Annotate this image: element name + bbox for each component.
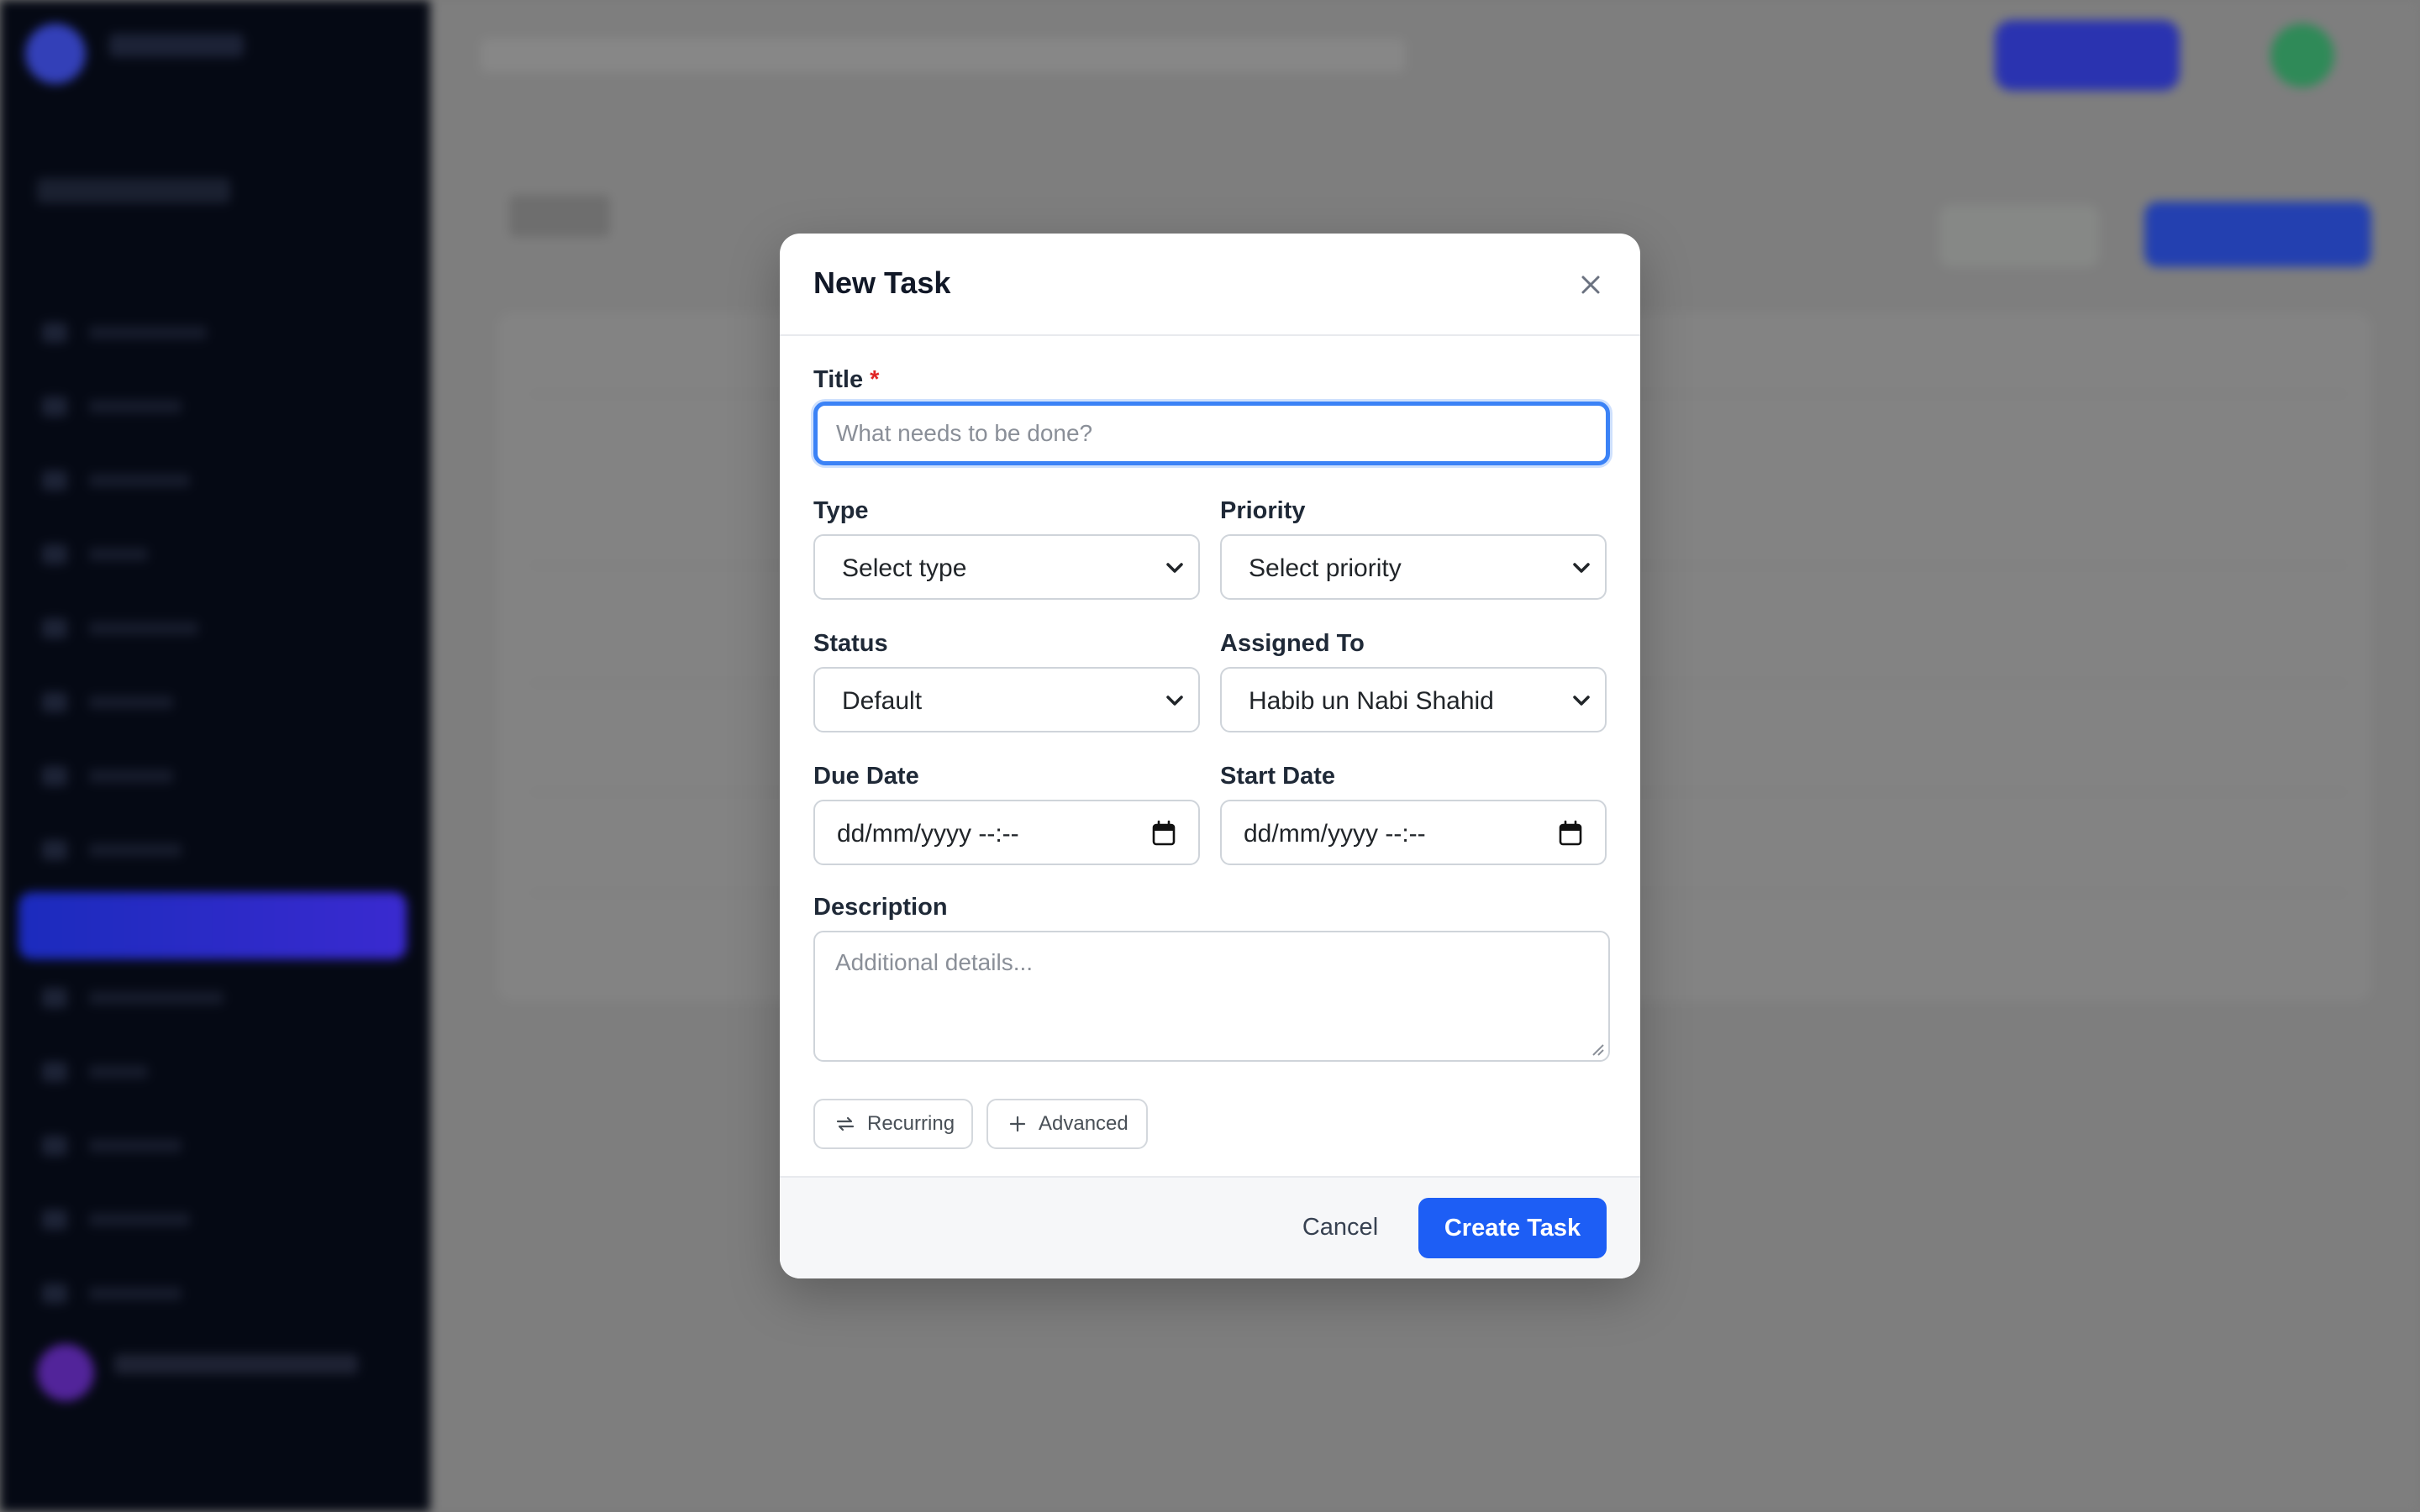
- assigned-to-select-value: Habib un Nabi Shahid: [1249, 687, 1494, 715]
- user-name-placeholder: [114, 1354, 358, 1374]
- sidebar-item: [34, 692, 202, 712]
- modal-header: New Task: [780, 234, 1640, 336]
- modal-title: New Task: [813, 265, 951, 300]
- sidebar-item: [34, 323, 207, 343]
- secondary-button: [1939, 205, 2099, 267]
- chevron-down-icon: [1166, 563, 1183, 573]
- org-switcher: [37, 178, 230, 203]
- calendar-icon[interactable]: [1558, 820, 1583, 847]
- due-date-input[interactable]: dd/mm/yyyy --:--: [813, 800, 1200, 865]
- chevron-down-icon: [1573, 696, 1590, 706]
- new-task-modal: New Task Title * Type Select type Priori…: [780, 234, 1640, 1278]
- status-select-value: Default: [842, 687, 923, 715]
- primary-button: [2144, 202, 2371, 267]
- page-title: [509, 195, 610, 237]
- app-logo: [25, 24, 86, 84]
- calendar-icon[interactable]: [1151, 820, 1176, 847]
- sidebar-item: [34, 1136, 202, 1156]
- sidebar: [0, 0, 430, 1512]
- sidebar-item: [34, 544, 202, 564]
- app-brand: [109, 34, 244, 57]
- topbar-button: [1995, 20, 2180, 91]
- close-icon: [1581, 276, 1600, 294]
- cancel-button[interactable]: Cancel: [1302, 1206, 1378, 1248]
- type-select[interactable]: Select type: [813, 534, 1200, 600]
- due-date-value: dd/mm/yyyy --:--: [837, 820, 1019, 848]
- sidebar-item: [34, 988, 224, 1008]
- description-placeholder: Additional details...: [835, 949, 1034, 975]
- close-button[interactable]: [1570, 264, 1612, 306]
- type-label: Type: [813, 497, 869, 524]
- assigned-to-select[interactable]: Habib un Nabi Shahid: [1220, 667, 1607, 732]
- assigned-to-label: Assigned To: [1220, 630, 1365, 657]
- required-mark: *: [870, 366, 880, 393]
- start-date-input[interactable]: dd/mm/yyyy --:--: [1220, 800, 1607, 865]
- plus-icon: [1009, 1116, 1026, 1132]
- sidebar-item: [34, 1062, 202, 1082]
- description-label: Description: [813, 894, 948, 921]
- due-date-label: Due Date: [813, 763, 919, 790]
- priority-select[interactable]: Select priority: [1220, 534, 1607, 600]
- start-date-value: dd/mm/yyyy --:--: [1244, 820, 1426, 848]
- recurring-button[interactable]: Recurring: [813, 1099, 973, 1149]
- create-task-button[interactable]: Create Task: [1418, 1198, 1607, 1258]
- sidebar-item: [34, 1210, 202, 1230]
- user-avatar: [37, 1344, 94, 1401]
- sidebar-item-active: [18, 892, 407, 959]
- topbar-search: [481, 39, 1405, 72]
- sidebar-item: [34, 618, 202, 638]
- modal-footer: Cancel Create Task: [780, 1176, 1640, 1278]
- sidebar-item: [34, 1284, 202, 1304]
- advanced-button[interactable]: Advanced: [986, 1099, 1148, 1149]
- resize-handle-icon[interactable]: [1590, 1042, 1605, 1057]
- priority-select-value: Select priority: [1249, 554, 1402, 582]
- start-date-label: Start Date: [1220, 763, 1335, 790]
- priority-label: Priority: [1220, 497, 1306, 524]
- description-textarea[interactable]: Additional details...: [813, 931, 1610, 1062]
- sidebar-item: [34, 766, 202, 786]
- status-select[interactable]: Default: [813, 667, 1200, 732]
- sidebar-item: [34, 840, 202, 860]
- recurring-label: Recurring: [867, 1112, 955, 1135]
- status-label: Status: [813, 630, 888, 657]
- advanced-label: Advanced: [1039, 1112, 1128, 1135]
- repeat-icon: [836, 1116, 855, 1131]
- title-input[interactable]: [813, 402, 1610, 465]
- chevron-down-icon: [1166, 696, 1183, 706]
- sidebar-item: [34, 470, 202, 491]
- topbar-avatar: [2270, 24, 2334, 87]
- title-label: Title *: [813, 366, 880, 393]
- chevron-down-icon: [1573, 563, 1590, 573]
- sidebar-item: [34, 396, 202, 417]
- type-select-value: Select type: [842, 554, 967, 582]
